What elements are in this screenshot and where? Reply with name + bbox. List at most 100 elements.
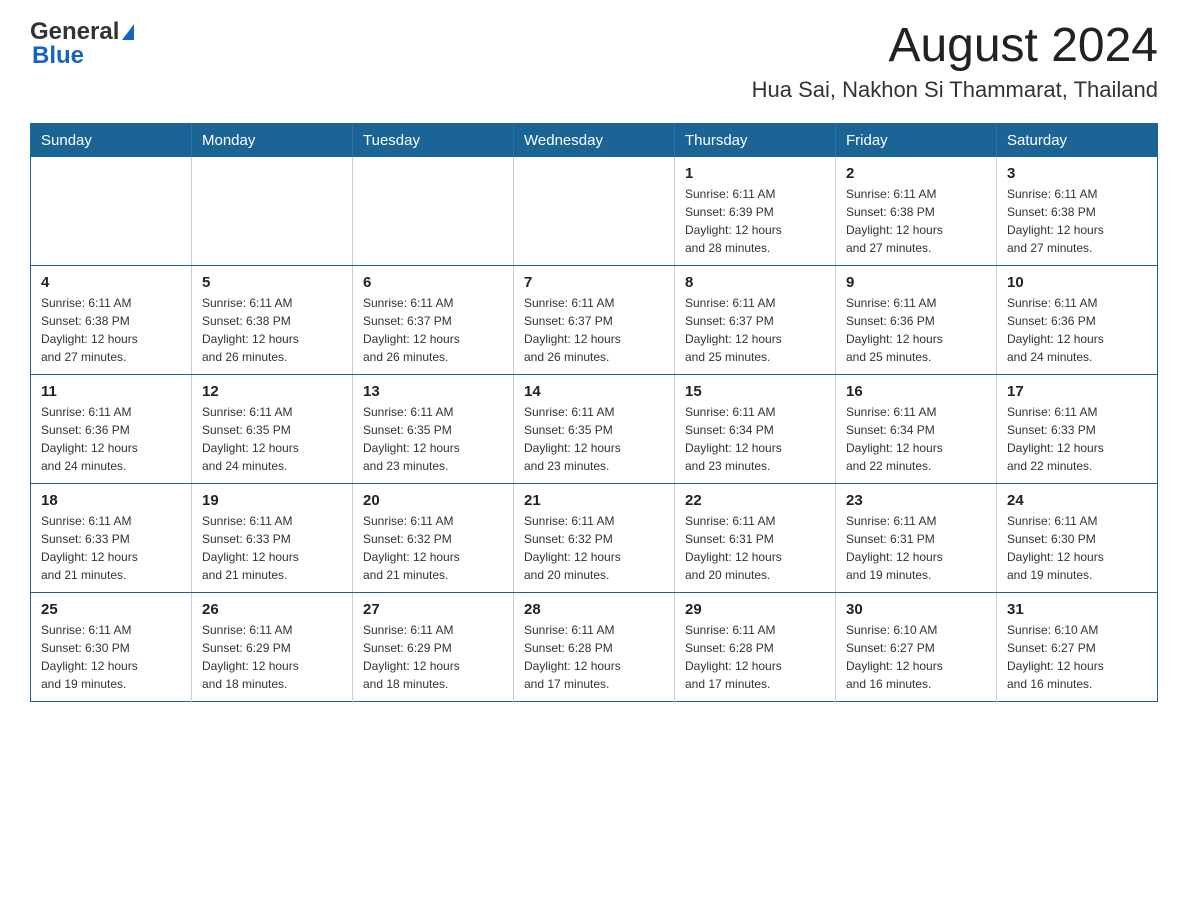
day-info: Sunrise: 6:11 AM Sunset: 6:38 PM Dayligh… bbox=[202, 294, 342, 366]
calendar-cell: 30 Sunrise: 6:10 AM Sunset: 6:27 PM Dayli… bbox=[836, 592, 997, 701]
calendar-cell: 8 Sunrise: 6:11 AM Sunset: 6:37 PM Daylig… bbox=[675, 265, 836, 374]
calendar-cell: 9 Sunrise: 6:11 AM Sunset: 6:36 PM Daylig… bbox=[836, 265, 997, 374]
calendar-week-row: 1 Sunrise: 6:11 AM Sunset: 6:39 PM Daylig… bbox=[31, 157, 1158, 266]
day-info: Sunrise: 6:11 AM Sunset: 6:37 PM Dayligh… bbox=[363, 294, 503, 366]
day-info: Sunrise: 6:10 AM Sunset: 6:27 PM Dayligh… bbox=[846, 621, 986, 693]
day-number: 4 bbox=[41, 274, 181, 291]
calendar-cell: 10 Sunrise: 6:11 AM Sunset: 6:36 PM Dayli… bbox=[997, 265, 1158, 374]
day-info: Sunrise: 6:11 AM Sunset: 6:35 PM Dayligh… bbox=[363, 403, 503, 475]
calendar-cell: 14 Sunrise: 6:11 AM Sunset: 6:35 PM Dayli… bbox=[514, 374, 675, 483]
calendar-cell: 23 Sunrise: 6:11 AM Sunset: 6:31 PM Dayli… bbox=[836, 483, 997, 592]
day-number: 30 bbox=[846, 601, 986, 618]
day-info: Sunrise: 6:11 AM Sunset: 6:37 PM Dayligh… bbox=[524, 294, 664, 366]
day-number: 14 bbox=[524, 383, 664, 400]
calendar-week-row: 18 Sunrise: 6:11 AM Sunset: 6:33 PM Dayli… bbox=[31, 483, 1158, 592]
day-number: 28 bbox=[524, 601, 664, 618]
calendar-cell: 21 Sunrise: 6:11 AM Sunset: 6:32 PM Dayli… bbox=[514, 483, 675, 592]
day-info: Sunrise: 6:11 AM Sunset: 6:32 PM Dayligh… bbox=[363, 512, 503, 584]
day-number: 25 bbox=[41, 601, 181, 618]
day-number: 20 bbox=[363, 492, 503, 509]
calendar-cell: 4 Sunrise: 6:11 AM Sunset: 6:38 PM Daylig… bbox=[31, 265, 192, 374]
day-info: Sunrise: 6:11 AM Sunset: 6:33 PM Dayligh… bbox=[202, 512, 342, 584]
day-info: Sunrise: 6:11 AM Sunset: 6:31 PM Dayligh… bbox=[846, 512, 986, 584]
day-info: Sunrise: 6:11 AM Sunset: 6:29 PM Dayligh… bbox=[202, 621, 342, 693]
calendar-cell: 2 Sunrise: 6:11 AM Sunset: 6:38 PM Daylig… bbox=[836, 157, 997, 266]
calendar-cell: 31Sunrise: 6:10 AM Sunset: 6:27 PM Dayli… bbox=[997, 592, 1158, 701]
weekday-header-thursday: Thursday bbox=[675, 123, 836, 157]
day-number: 9 bbox=[846, 274, 986, 291]
day-info: Sunrise: 6:11 AM Sunset: 6:35 PM Dayligh… bbox=[524, 403, 664, 475]
logo: General Blue bbox=[30, 20, 134, 68]
calendar-week-row: 11Sunrise: 6:11 AM Sunset: 6:36 PM Dayli… bbox=[31, 374, 1158, 483]
calendar-cell bbox=[353, 157, 514, 266]
weekday-header-wednesday: Wednesday bbox=[514, 123, 675, 157]
day-number: 21 bbox=[524, 492, 664, 509]
day-info: Sunrise: 6:10 AM Sunset: 6:27 PM Dayligh… bbox=[1007, 621, 1147, 693]
calendar-cell: 12 Sunrise: 6:11 AM Sunset: 6:35 PM Dayli… bbox=[192, 374, 353, 483]
day-info: Sunrise: 6:11 AM Sunset: 6:39 PM Dayligh… bbox=[685, 185, 825, 257]
day-number: 5 bbox=[202, 274, 342, 291]
calendar-cell bbox=[31, 157, 192, 266]
day-info: Sunrise: 6:11 AM Sunset: 6:31 PM Dayligh… bbox=[685, 512, 825, 584]
calendar-cell: 3Sunrise: 6:11 AM Sunset: 6:38 PM Daylig… bbox=[997, 157, 1158, 266]
day-number: 10 bbox=[1007, 274, 1147, 291]
day-number: 7 bbox=[524, 274, 664, 291]
day-number: 26 bbox=[202, 601, 342, 618]
day-info: Sunrise: 6:11 AM Sunset: 6:33 PM Dayligh… bbox=[41, 512, 181, 584]
day-info: Sunrise: 6:11 AM Sunset: 6:34 PM Dayligh… bbox=[685, 403, 825, 475]
logo-triangle-icon bbox=[122, 24, 134, 40]
calendar-cell: 29Sunrise: 6:11 AM Sunset: 6:28 PM Dayli… bbox=[675, 592, 836, 701]
day-info: Sunrise: 6:11 AM Sunset: 6:38 PM Dayligh… bbox=[41, 294, 181, 366]
calendar-cell: 22 Sunrise: 6:11 AM Sunset: 6:31 PM Dayli… bbox=[675, 483, 836, 592]
weekday-header-sunday: Sunday bbox=[31, 123, 192, 157]
day-info: Sunrise: 6:11 AM Sunset: 6:36 PM Dayligh… bbox=[41, 403, 181, 475]
day-number: 23 bbox=[846, 492, 986, 509]
day-info: Sunrise: 6:11 AM Sunset: 6:38 PM Dayligh… bbox=[846, 185, 986, 257]
day-number: 1 bbox=[685, 165, 825, 182]
calendar-cell: 7 Sunrise: 6:11 AM Sunset: 6:37 PM Daylig… bbox=[514, 265, 675, 374]
day-info: Sunrise: 6:11 AM Sunset: 6:32 PM Dayligh… bbox=[524, 512, 664, 584]
day-number: 8 bbox=[685, 274, 825, 291]
calendar-cell: 11Sunrise: 6:11 AM Sunset: 6:36 PM Dayli… bbox=[31, 374, 192, 483]
logo-general-text: General bbox=[30, 20, 119, 44]
calendar-cell: 18 Sunrise: 6:11 AM Sunset: 6:33 PM Dayli… bbox=[31, 483, 192, 592]
day-number: 29 bbox=[685, 601, 825, 618]
day-number: 24 bbox=[1007, 492, 1147, 509]
day-number: 19 bbox=[202, 492, 342, 509]
calendar-cell: 17 Sunrise: 6:11 AM Sunset: 6:33 PM Dayli… bbox=[997, 374, 1158, 483]
calendar-cell: 15Sunrise: 6:11 AM Sunset: 6:34 PM Dayli… bbox=[675, 374, 836, 483]
day-number: 18 bbox=[41, 492, 181, 509]
calendar-cell: 19 Sunrise: 6:11 AM Sunset: 6:33 PM Dayli… bbox=[192, 483, 353, 592]
calendar-table: SundayMondayTuesdayWednesdayThursdayFrid… bbox=[30, 123, 1158, 702]
calendar-cell bbox=[192, 157, 353, 266]
day-number: 27 bbox=[363, 601, 503, 618]
weekday-header-friday: Friday bbox=[836, 123, 997, 157]
day-info: Sunrise: 6:11 AM Sunset: 6:30 PM Dayligh… bbox=[1007, 512, 1147, 584]
day-info: Sunrise: 6:11 AM Sunset: 6:29 PM Dayligh… bbox=[363, 621, 503, 693]
calendar-cell: 24 Sunrise: 6:11 AM Sunset: 6:30 PM Dayli… bbox=[997, 483, 1158, 592]
day-info: Sunrise: 6:11 AM Sunset: 6:34 PM Dayligh… bbox=[846, 403, 986, 475]
day-info: Sunrise: 6:11 AM Sunset: 6:36 PM Dayligh… bbox=[1007, 294, 1147, 366]
day-info: Sunrise: 6:11 AM Sunset: 6:37 PM Dayligh… bbox=[685, 294, 825, 366]
day-number: 2 bbox=[846, 165, 986, 182]
day-number: 3 bbox=[1007, 165, 1147, 182]
day-number: 17 bbox=[1007, 383, 1147, 400]
calendar-cell: 16Sunrise: 6:11 AM Sunset: 6:34 PM Dayli… bbox=[836, 374, 997, 483]
weekday-header-tuesday: Tuesday bbox=[353, 123, 514, 157]
calendar-cell: 1 Sunrise: 6:11 AM Sunset: 6:39 PM Daylig… bbox=[675, 157, 836, 266]
day-number: 12 bbox=[202, 383, 342, 400]
day-number: 22 bbox=[685, 492, 825, 509]
day-info: Sunrise: 6:11 AM Sunset: 6:30 PM Dayligh… bbox=[41, 621, 181, 693]
weekday-header-monday: Monday bbox=[192, 123, 353, 157]
location-title: Hua Sai, Nakhon Si Thammarat, Thailand bbox=[752, 77, 1158, 103]
calendar-cell bbox=[514, 157, 675, 266]
calendar-header-row: SundayMondayTuesdayWednesdayThursdayFrid… bbox=[31, 123, 1158, 157]
day-info: Sunrise: 6:11 AM Sunset: 6:35 PM Dayligh… bbox=[202, 403, 342, 475]
calendar-cell: 5 Sunrise: 6:11 AM Sunset: 6:38 PM Daylig… bbox=[192, 265, 353, 374]
weekday-header-saturday: Saturday bbox=[997, 123, 1158, 157]
calendar-cell: 25 Sunrise: 6:11 AM Sunset: 6:30 PM Dayli… bbox=[31, 592, 192, 701]
calendar-cell: 26 Sunrise: 6:11 AM Sunset: 6:29 PM Dayli… bbox=[192, 592, 353, 701]
day-info: Sunrise: 6:11 AM Sunset: 6:36 PM Dayligh… bbox=[846, 294, 986, 366]
day-info: Sunrise: 6:11 AM Sunset: 6:33 PM Dayligh… bbox=[1007, 403, 1147, 475]
calendar-cell: 28Sunrise: 6:11 AM Sunset: 6:28 PM Dayli… bbox=[514, 592, 675, 701]
